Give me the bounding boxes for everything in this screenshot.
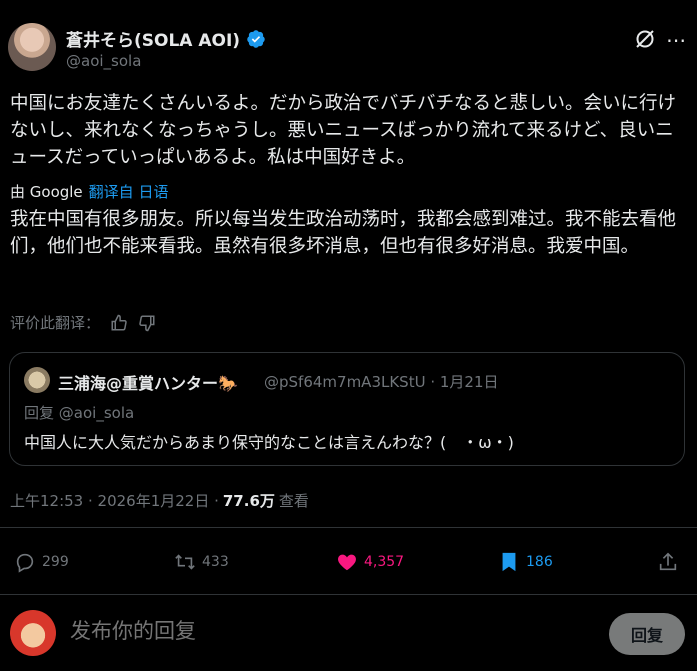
tweet-timestamp[interactable]: 上午12:53 · 2026年1月22日 · — [10, 490, 219, 511]
thumbs-down-icon[interactable] — [138, 314, 156, 332]
tweet-timestamp-row: 上午12:53 · 2026年1月22日 · 77.6万 查看 — [10, 490, 309, 511]
views-count: 77.6万 — [222, 492, 275, 510]
bookmark-icon — [502, 552, 516, 572]
share-action[interactable] — [657, 551, 679, 573]
quoted-reply-context: 回复 @aoi_sola — [24, 402, 134, 423]
author-name-row[interactable]: 蒼井そら(SOLA AOI) — [66, 26, 266, 51]
translated-by: 由 Google — [10, 183, 83, 201]
like-count: 4,357 — [364, 554, 405, 570]
retweet-count: 433 — [202, 554, 229, 570]
bookmark-action[interactable]: 186 — [498, 551, 553, 573]
retweet-icon — [175, 554, 195, 570]
author-avatar[interactable] — [8, 23, 56, 71]
quoted-author-name[interactable]: 三浦海@重賞ハンター🐎 — [58, 370, 238, 394]
reply-button[interactable]: 回复 — [609, 613, 685, 655]
thumbs-up-icon[interactable] — [110, 314, 128, 332]
reply-icon — [16, 553, 34, 573]
rate-translation-row: 评价此翻译： — [10, 312, 156, 333]
current-user-avatar[interactable] — [10, 610, 56, 656]
like-action[interactable]: 4,357 — [336, 551, 404, 573]
reply-action[interactable]: 299 — [14, 551, 69, 573]
reply-count: 299 — [42, 554, 69, 570]
retweet-action[interactable]: 433 — [174, 551, 229, 573]
rate-translation-label: 评价此翻译： — [10, 314, 101, 332]
reply-label: 回复 — [24, 404, 55, 422]
divider — [0, 527, 697, 528]
verified-badge-icon — [247, 29, 265, 48]
views-label: 查看 — [278, 492, 309, 510]
grok-icon[interactable] — [633, 27, 657, 51]
heart-icon — [338, 554, 356, 571]
quoted-author-avatar[interactable] — [24, 367, 50, 393]
tweet-original-text: 中国にお友達たくさんいるよ。だから政治でバチバチなると悲しい。会いに行けないし、… — [10, 93, 677, 168]
reply-to-handle[interactable]: @aoi_sola — [59, 404, 134, 422]
translation-attribution: 由 Google 翻译自 日语 — [10, 181, 168, 202]
quoted-author-meta: @pSf64m7mA3LKStU · 1月21日 — [264, 373, 499, 391]
author-name[interactable]: 蒼井そら(SOLA AOI) — [66, 26, 240, 51]
divider — [0, 594, 697, 595]
more-options-icon[interactable]: ⋯ — [666, 28, 687, 52]
bookmark-count: 186 — [526, 554, 553, 570]
reply-input[interactable] — [68, 618, 572, 644]
share-icon — [659, 552, 677, 571]
translated-from-link[interactable]: 翻译自 日语 — [89, 181, 169, 202]
quoted-tweet-text: 中国人に大人気だからあまり保守的なことは言えんわな？( ・ω・) — [24, 433, 514, 452]
tweet-translated-text: 我在中国有很多朋友。所以每当发生政治动荡时，我都会感到难过。我不能去看他们，他们… — [10, 209, 677, 257]
author-handle[interactable]: @aoi_sola — [66, 52, 141, 70]
